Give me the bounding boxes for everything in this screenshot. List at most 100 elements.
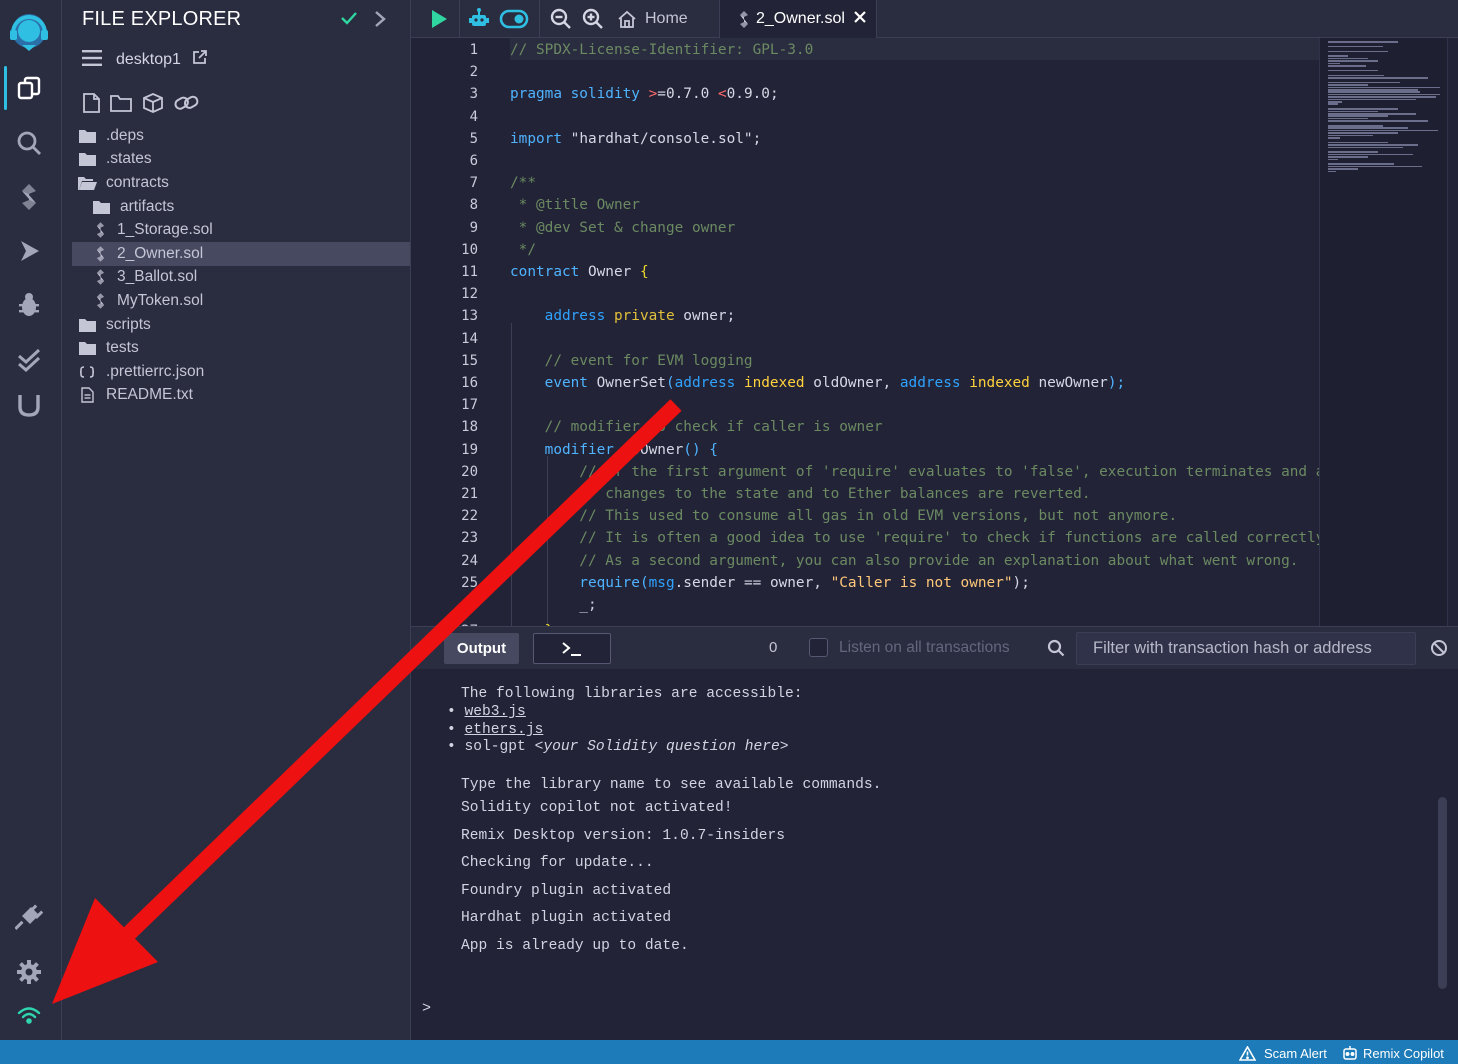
terminal-line: Type the library name to see available c… — [461, 777, 882, 793]
output-tab-button[interactable]: Output — [444, 633, 519, 664]
code-line: _; — [510, 597, 597, 613]
minimap-line — [1328, 41, 1398, 43]
minimap-line — [1328, 77, 1428, 79]
zoom-in-icon[interactable] — [581, 0, 605, 38]
chevron-right-icon[interactable] — [373, 10, 387, 33]
workspace-selector[interactable]: desktop1 — [82, 48, 208, 72]
compile-run-play-icon[interactable] — [425, 0, 453, 38]
editor-scrollbar[interactable] — [1447, 38, 1458, 626]
clear-console-icon[interactable] — [1430, 639, 1448, 662]
file-tree-item-label: 1_Storage.sol — [117, 221, 213, 239]
file-tree-item[interactable]: tests — [72, 336, 410, 360]
autocompile-toggle-icon[interactable] — [498, 0, 530, 38]
external-link-icon[interactable] — [191, 49, 208, 71]
terminal-scrollbar[interactable] — [1438, 797, 1447, 989]
web3-link[interactable]: web3.js — [465, 704, 526, 720]
code-token: address — [899, 375, 970, 391]
network-status-icon[interactable] — [0, 993, 58, 1037]
tab-home[interactable]: Home — [617, 0, 688, 38]
file-tree-item[interactable]: .prettierrc.json — [72, 360, 410, 384]
workspace-name[interactable]: desktop1 — [116, 51, 181, 69]
file-explorer-icon[interactable] — [0, 66, 58, 110]
zoom-out-icon[interactable] — [549, 0, 573, 38]
new-file-icon[interactable] — [82, 92, 101, 119]
copilot-robot-icon — [1343, 1046, 1357, 1060]
file-tree-item[interactable]: artifacts — [72, 195, 410, 219]
code-token: private — [613, 308, 684, 325]
tab-2-owner-sol[interactable]: 2_Owner.sol — [719, 0, 877, 38]
minimap-line — [1328, 108, 1398, 110]
line-number: 10 — [461, 241, 478, 258]
code-lines[interactable]: // SPDX-License-Identifier: GPL-3.0 pragm… — [510, 38, 1320, 626]
code-editor[interactable]: 1 2 3 4 5 6 7 8 9 10 11 12 13 14 15 16 17 18 19 20 21 22 23 24 2… — [411, 38, 1458, 626]
transaction-filter-input[interactable] — [1076, 632, 1416, 665]
terminal-prompt-button[interactable] — [533, 633, 611, 664]
ethers-link[interactable]: ethers.js — [465, 722, 544, 738]
line-number: 2 — [469, 64, 478, 81]
publish-to-gist-icon[interactable] — [141, 92, 165, 119]
file-tree-item[interactable]: 3_Ballot.sol — [72, 266, 410, 290]
hamburger-menu-icon[interactable] — [82, 49, 102, 71]
file-tree-item[interactable]: 2_Owner.sol — [72, 241, 410, 266]
line-number: 12 — [461, 286, 478, 303]
terminal-line: Solidity copilot not activated! — [461, 800, 733, 816]
minimap-line — [1328, 113, 1416, 115]
code-token: /** — [510, 175, 536, 192]
deploy-run-icon[interactable] — [0, 229, 58, 273]
code-token: address — [674, 375, 744, 391]
scam-alert-button[interactable]: Scam Alert — [1239, 1044, 1327, 1062]
minimap-line — [1328, 168, 1358, 170]
link-icon[interactable] — [173, 92, 201, 119]
file-tree-item[interactable]: scripts — [72, 313, 410, 337]
minimap-line — [1328, 60, 1378, 62]
listen-all-transactions-checkbox[interactable] — [809, 638, 828, 657]
terminal-prompt-icon — [562, 641, 581, 656]
unit-testing-icon[interactable] — [0, 337, 58, 381]
close-tab-icon[interactable] — [853, 10, 867, 29]
file-tree-item[interactable]: contracts — [72, 171, 410, 195]
plugin-manager-icon[interactable] — [0, 895, 58, 939]
code-line: // event for EVM logging — [510, 350, 753, 372]
line-number: 24 — [461, 552, 478, 569]
minimap-line — [1328, 144, 1418, 146]
remix-logo-icon[interactable] — [0, 6, 58, 56]
code-token: require — [510, 574, 640, 591]
file-tree-item[interactable]: MyToken.sol — [72, 289, 410, 313]
code-line: // modifier to check if caller is owner — [510, 416, 883, 438]
minimap[interactable] — [1319, 38, 1447, 626]
new-folder-icon[interactable] — [109, 92, 133, 119]
side-panel: FILE EXPLORER desktop1 .deps .states con… — [62, 0, 411, 1040]
code-token: newOwner — [1038, 375, 1108, 391]
debugger-icon[interactable] — [0, 283, 58, 327]
code-token: // If the first argument of 'require' ev… — [510, 463, 1320, 480]
line-number: 18 — [461, 419, 478, 436]
file-tree-item[interactable]: .deps — [72, 124, 410, 148]
file-tree-item-label: scripts — [106, 315, 151, 333]
file-tree-item-label: .deps — [106, 126, 144, 144]
minimap-line — [1328, 115, 1388, 117]
minimap-line — [1328, 153, 1413, 156]
line-number: 15 — [461, 352, 478, 369]
minimap-line — [1328, 125, 1383, 127]
icon-panel — [0, 0, 62, 1040]
file-tree-item[interactable]: .states — [72, 148, 410, 172]
code-token: address — [510, 308, 614, 325]
file-tree-item[interactable]: README.txt — [72, 384, 410, 408]
minimap-line — [1328, 110, 1378, 113]
solidity-compiler-icon[interactable] — [0, 175, 58, 219]
code-line: pragma solidity >=0.7.0 <0.9.0; — [510, 83, 779, 105]
json-file-icon — [76, 365, 98, 378]
line-number: 20 — [461, 463, 478, 480]
ai-robot-icon[interactable] — [466, 0, 492, 38]
code-line: // changes to the state and to Ether bal… — [510, 483, 1090, 505]
vyper-icon[interactable] — [0, 383, 58, 427]
terminal-prompt[interactable]: > — [422, 1000, 431, 1017]
minimap-line — [1328, 93, 1440, 96]
line-number: 8 — [469, 197, 478, 214]
terminal-output[interactable]: The following libraries are accessible: … — [411, 669, 1458, 1040]
code-token: // changes to the state and to Ether bal… — [510, 486, 1091, 502]
file-tree-item[interactable]: 1_Storage.sol — [72, 218, 410, 242]
search-icon[interactable] — [0, 121, 58, 165]
remix-copilot-button[interactable]: Remix Copilot — [1342, 1044, 1444, 1062]
settings-gear-icon[interactable] — [0, 950, 58, 994]
